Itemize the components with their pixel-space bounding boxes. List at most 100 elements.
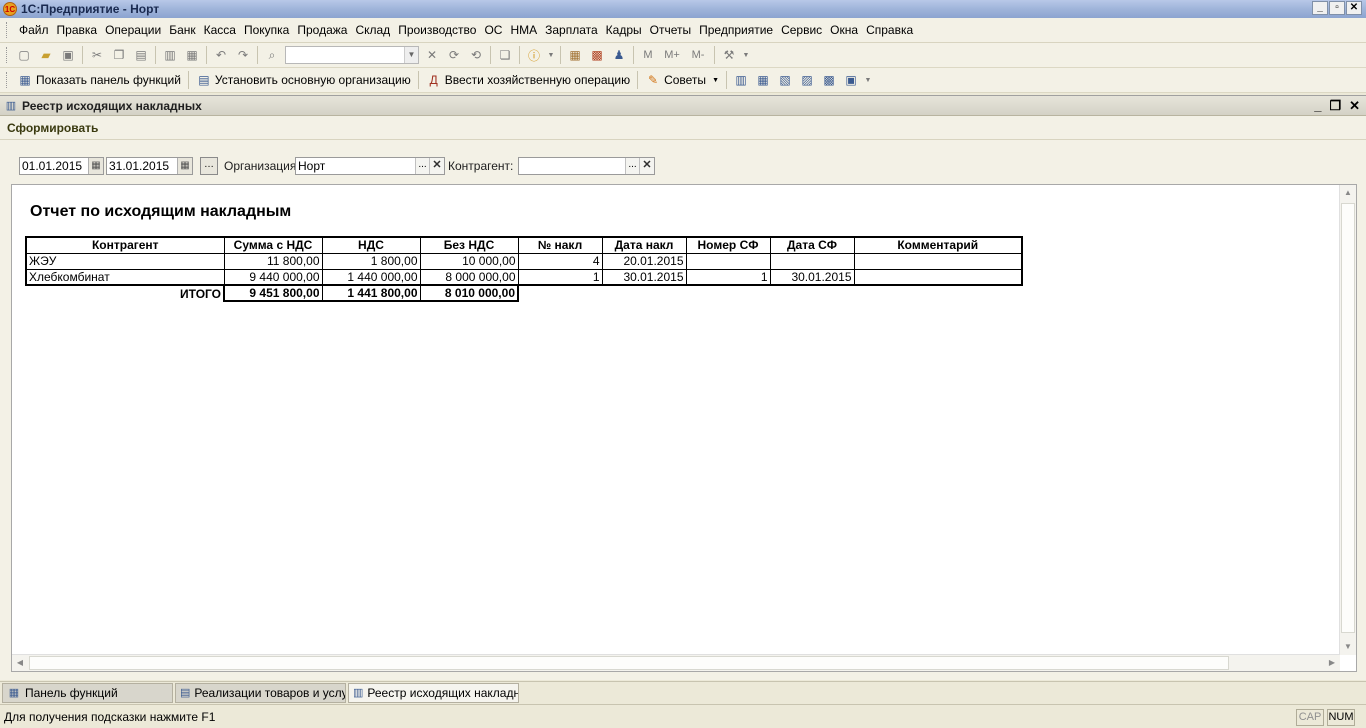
horizontal-scrollbar[interactable]: ◀ ▶	[12, 654, 1340, 671]
turnover-icon[interactable]: ▨	[798, 71, 816, 89]
table-row[interactable]: Хлебкомбинат 9 440 000,00 1 440 000,00 8…	[25, 268, 1023, 286]
info-icon[interactable]: ⓘ	[525, 46, 543, 64]
empty-cell	[686, 285, 770, 301]
contractor-field[interactable]: ... ✕	[518, 157, 655, 175]
close-button[interactable]: ✕	[1346, 1, 1362, 15]
undo-icon[interactable]: ↶	[212, 46, 230, 64]
restore-icon[interactable]: ❐	[1329, 98, 1341, 114]
set-main-organization-button[interactable]: ▤ Установить основную организацию	[192, 72, 415, 88]
menu-windows[interactable]: Окна	[826, 23, 862, 37]
total-row: ИТОГО 9 451 800,00 1 441 800,00 8 010 00…	[26, 284, 1022, 302]
menu-production[interactable]: Производство	[394, 23, 480, 37]
redo-icon[interactable]: ↷	[234, 46, 252, 64]
cell-net: 10 000,00	[419, 252, 519, 270]
menu-edit[interactable]: Правка	[53, 23, 102, 37]
menu-enterprise[interactable]: Предприятие	[695, 23, 777, 37]
calendar-icon[interactable]: ▩	[588, 46, 606, 64]
memory-icon[interactable]: M	[639, 46, 657, 64]
scroll-up-icon[interactable]: ▲	[1340, 185, 1356, 201]
menu-purchase[interactable]: Покупка	[240, 23, 293, 37]
select-icon[interactable]: ...	[415, 158, 429, 174]
date-from-field[interactable]: 01.01.2015 ▦	[19, 157, 104, 175]
users-icon[interactable]: ♟	[610, 46, 628, 64]
chevron-down-icon[interactable]: ▼	[742, 46, 750, 64]
preview-icon[interactable]: ▦	[183, 46, 201, 64]
minimize-icon[interactable]: _	[1314, 98, 1321, 114]
toolbar-grip[interactable]	[6, 47, 9, 63]
select-icon[interactable]: ...	[625, 158, 639, 174]
minimize-button[interactable]: _	[1312, 1, 1328, 15]
settings-icon[interactable]: ⚒	[720, 46, 738, 64]
save-icon[interactable]: ▣	[59, 46, 77, 64]
search-combo[interactable]: ▼	[285, 46, 419, 64]
scroll-thumb[interactable]	[29, 656, 1229, 670]
enter-business-operation-button[interactable]: Д Ввести хозяйственную операцию	[422, 72, 634, 88]
print-icon[interactable]: ▥	[161, 46, 179, 64]
tab-function-panel[interactable]: ▦ Панель функций	[2, 682, 173, 703]
find-next-icon[interactable]: ⟳	[445, 46, 463, 64]
menu-file[interactable]: Файл	[15, 23, 53, 37]
menu-grip[interactable]	[6, 22, 9, 38]
tab-sales[interactable]: ▤ Реализации товаров и услуг	[175, 682, 346, 703]
menu-sale[interactable]: Продажа	[293, 23, 351, 37]
empty-cell	[854, 285, 1022, 301]
cut-icon[interactable]: ✂	[88, 46, 106, 64]
chevron-down-icon[interactable]: ▼	[547, 46, 555, 64]
find-icon[interactable]: ⌕	[263, 46, 281, 64]
period-select-button[interactable]: …	[200, 157, 218, 175]
menu-cash[interactable]: Касса	[200, 23, 240, 37]
new-document-icon[interactable]: ▢	[15, 46, 33, 64]
scroll-thumb[interactable]	[1341, 203, 1355, 633]
accounts-icon[interactable]: ▦	[754, 71, 772, 89]
tab-outgoing-invoices-register[interactable]: ▥ Реестр исходящих накладн...	[348, 682, 519, 703]
menu-hr[interactable]: Кадры	[602, 23, 646, 37]
calendar-icon[interactable]: ▦	[177, 158, 192, 174]
tips-button[interactable]: ✎ Советы ▼	[641, 72, 723, 88]
menu-bank[interactable]: Банк	[165, 23, 199, 37]
clear-icon[interactable]: ✕	[429, 158, 444, 174]
menu-help[interactable]: Справка	[862, 23, 917, 37]
organization-field[interactable]: Норт ... ✕	[295, 157, 445, 175]
balance-icon[interactable]: ▧	[776, 71, 794, 89]
clear-icon[interactable]: ✕	[639, 158, 654, 174]
menu-operations[interactable]: Операции	[101, 23, 165, 37]
memory-plus-icon[interactable]: M+	[661, 46, 683, 64]
clear-search-icon[interactable]: ✕	[423, 46, 441, 64]
close-icon[interactable]: ✕	[1349, 98, 1360, 114]
menu-service[interactable]: Сервис	[777, 23, 826, 37]
card-icon[interactable]: ▣	[842, 71, 860, 89]
memory-minus-icon[interactable]: M-	[687, 46, 709, 64]
analysis-icon[interactable]: ▩	[820, 71, 838, 89]
copy-icon[interactable]: ❐	[110, 46, 128, 64]
find-prev-icon[interactable]: ⟲	[467, 46, 485, 64]
menu-reports[interactable]: Отчеты	[646, 23, 695, 37]
chevron-down-icon[interactable]: ▼	[404, 47, 418, 63]
column-header: Комментарий	[853, 236, 1023, 254]
restore-button[interactable]: ▫	[1329, 1, 1345, 15]
date-to-field[interactable]: 31.01.2015 ▦	[106, 157, 193, 175]
vertical-scrollbar[interactable]: ▲ ▼	[1339, 185, 1356, 655]
menu-warehouse[interactable]: Склад	[351, 23, 394, 37]
menu-fixed-assets[interactable]: ОС	[480, 23, 506, 37]
paste-icon[interactable]: ▤	[132, 46, 150, 64]
menu-intangibles[interactable]: НМА	[506, 23, 541, 37]
table-row[interactable]: ЖЭУ 11 800,00 1 800,00 10 000,00 4 20.01…	[25, 252, 1023, 270]
journal-icon[interactable]: ▥	[732, 71, 750, 89]
scroll-right-icon[interactable]: ▶	[1324, 655, 1340, 671]
window-icon[interactable]: ❏	[496, 46, 514, 64]
show-function-panel-button[interactable]: ▦ Показать панель функций	[13, 72, 185, 88]
cell-invoice-date: 30.01.2015	[601, 268, 687, 286]
cell-sf-number	[685, 252, 771, 270]
calendar-icon[interactable]: ▦	[88, 158, 103, 174]
open-folder-icon[interactable]: ▰	[37, 46, 55, 64]
report-spreadsheet[interactable]: Отчет по исходящим накладным Контрагент …	[11, 184, 1357, 672]
toolbar-grip[interactable]	[6, 72, 9, 88]
status-hint: Для получения подсказки нажмите F1	[4, 709, 216, 724]
generate-button[interactable]: Сформировать	[7, 121, 98, 135]
scroll-down-icon[interactable]: ▼	[1340, 639, 1356, 655]
chevron-down-icon[interactable]: ▼	[864, 71, 872, 89]
calculator-icon[interactable]: ▦	[566, 46, 584, 64]
menu-salary[interactable]: Зарплата	[541, 23, 602, 37]
cell-comment	[853, 268, 1023, 286]
scroll-left-icon[interactable]: ◀	[12, 655, 28, 671]
